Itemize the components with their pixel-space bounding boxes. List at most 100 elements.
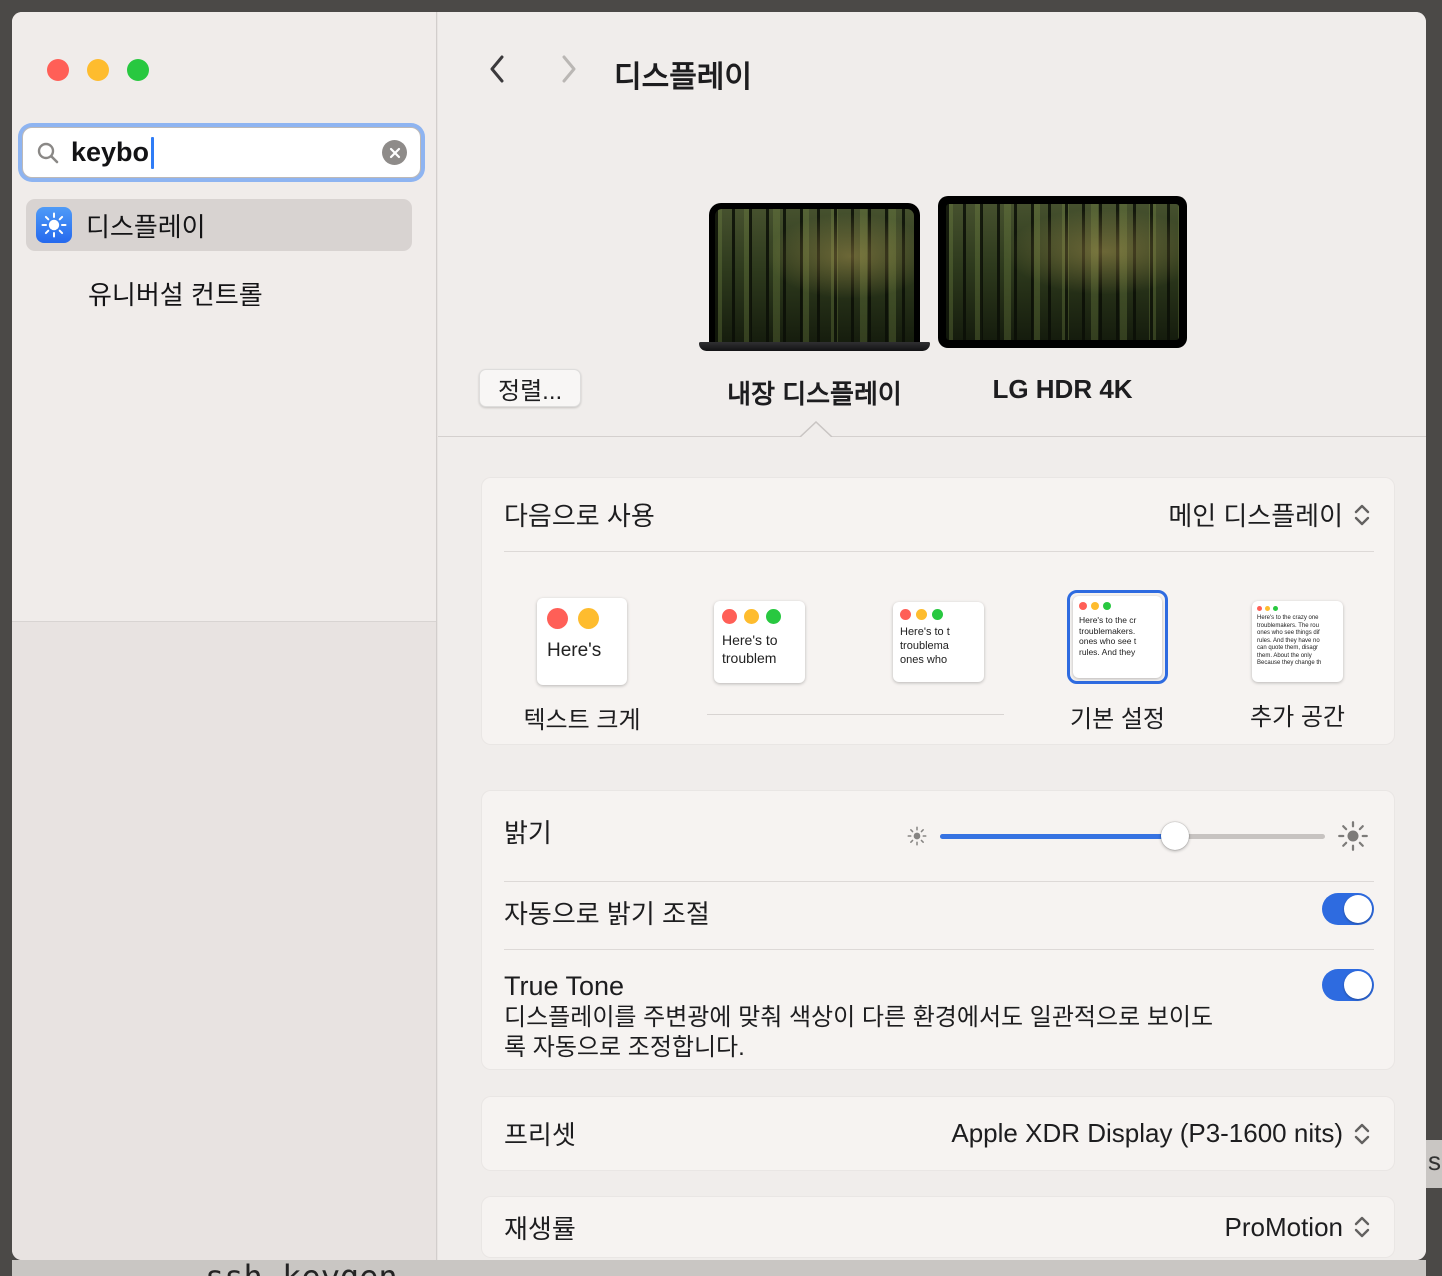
external-display-label: LG HDR 4K [938,374,1187,405]
row-divider [504,949,1374,950]
green-dot-icon [766,609,781,624]
search-result-display[interactable]: 디스플레이 [26,199,412,251]
sidebar-search-panel: keybo [12,12,436,622]
refresh-rate-dropdown[interactable]: ProMotion [1225,1212,1373,1243]
preview-text: Here's [547,639,617,663]
red-dot-icon [722,609,737,624]
window-dots [722,609,797,624]
window-controls [47,59,149,81]
red-dot-icon [900,609,911,620]
auto-brightness-label: 자동으로 밝기 조절 [504,894,710,931]
scale-option-2[interactable]: Here's to troublem [714,601,805,683]
preview-text: Here's to the crazy one troublemakers. T… [1257,615,1338,668]
preset-value: Apple XDR Display (P3-1600 nits) [951,1118,1343,1149]
preview-text: Here's to t troublema ones who [900,626,977,667]
yellow-dot-icon [1091,602,1099,610]
clear-search-button[interactable] [382,140,407,165]
true-tone-toggle[interactable] [1322,969,1374,1001]
brightness-label: 밝기 [504,813,552,850]
search-input[interactable]: keybo [22,127,421,178]
selected-ring: Here's to the cr troublemakers. ones who… [1067,590,1168,684]
green-dot-icon [1273,606,1278,611]
builtin-display-thumbnail[interactable] [699,203,930,353]
toggle-knob [1344,895,1372,923]
toggle-knob [1344,971,1372,999]
use-as-value: 메인 디스플레이 [1168,496,1343,533]
refresh-rate-value: ProMotion [1225,1212,1344,1243]
chevron-updown-icon [1352,503,1372,527]
chevron-left-icon [489,55,505,83]
row-divider [504,551,1374,552]
display-mode-panel: 다음으로 사용 메인 디스플레이 Here's [481,477,1395,745]
text-cursor [151,137,154,169]
brightness-high-icon [1338,821,1368,851]
green-dot-icon [932,609,943,620]
wallpaper-image [715,209,914,344]
red-dot-icon [547,608,568,629]
close-button[interactable] [47,59,69,81]
scale-preview-card: Here's to the crazy one troublemakers. T… [1252,601,1343,682]
chevron-right-icon [561,55,577,83]
forward-button[interactable] [555,53,583,85]
true-tone-label: True Tone [504,971,624,1002]
scale-option-label: 텍스트 크게 [523,700,640,735]
background-right-fragment: s [1426,1140,1442,1188]
window-dots [1079,602,1156,610]
background-terminal-text: ssh-keygen [205,1260,398,1276]
sidebar: keybo [12,12,437,1260]
slider-fill [940,834,1175,839]
search-result-universal-control[interactable]: 유니버설 컨트롤 [26,269,412,317]
close-icon [389,147,401,159]
scale-preview-card: Here's [537,598,627,685]
window-dots [547,608,617,629]
search-value: keybo [71,137,149,168]
page-title: 디스플레이 [614,52,752,96]
brightness-low-icon [907,826,927,846]
scale-preview-card: Here's to t troublema ones who [893,602,984,682]
slider-knob[interactable] [1161,822,1189,850]
external-display-thumbnail[interactable] [938,196,1187,348]
refresh-rate-label: 재생률 [504,1209,576,1246]
true-tone-description: 디스플레이를 주변광에 맞춰 색상이 다른 환경에서도 일관적으로 보이도록 자… [504,1003,1234,1063]
background-right-text: s [1428,1146,1441,1177]
use-as-dropdown[interactable]: 메인 디스플레이 [1168,496,1372,533]
scale-option-default[interactable]: Here's to the cr troublemakers. ones who… [1067,590,1168,734]
scale-guide-line [707,714,1004,715]
scale-option-larger-text[interactable]: Here's 텍스트 크게 [537,598,627,735]
chevron-updown-icon [1352,1215,1372,1239]
zoom-button[interactable] [127,59,149,81]
preview-text: Here's to the cr troublemakers. ones who… [1079,615,1156,658]
preview-text: Here's to troublem [722,632,797,667]
wallpaper-image [946,204,1179,340]
macbook-screen [709,203,920,344]
auto-brightness-toggle[interactable] [1322,893,1374,925]
brightness-sun-icon [41,212,67,238]
yellow-dot-icon [916,609,927,620]
selected-display-caret [799,421,833,437]
preset-dropdown[interactable]: Apple XDR Display (P3-1600 nits) [951,1118,1372,1149]
red-dot-icon [1257,606,1262,611]
preset-label: 프리셋 [504,1115,576,1152]
scale-preview-card: Here's to the cr troublemakers. ones who… [1073,596,1162,678]
yellow-dot-icon [578,608,599,629]
display-settings-pane: 디스플레이 정렬... 내장 디스플레이 LG HDR 4K 다음으로 사용 메… [438,12,1426,1260]
back-button[interactable] [483,53,511,85]
yellow-dot-icon [744,609,759,624]
red-dot-icon [1079,602,1087,610]
background-window-fragment: ssh-keygen [12,1260,1426,1276]
builtin-display-label: 내장 디스플레이 [699,374,930,411]
display-settings-icon [36,207,72,243]
window-dots [1257,606,1338,611]
preset-panel: 프리셋 Apple XDR Display (P3-1600 nits) [481,1096,1395,1171]
arrange-button[interactable]: 정렬... [479,369,581,407]
yellow-dot-icon [1265,606,1270,611]
minimize-button[interactable] [87,59,109,81]
scale-option-more-space[interactable]: Here's to the crazy one troublemakers. T… [1252,601,1343,732]
result-label: 디스플레이 [86,207,206,244]
window-dots [900,609,977,620]
scale-preview-card: Here's to troublem [714,601,805,683]
row-divider [504,881,1374,882]
brightness-slider[interactable] [940,822,1325,850]
scale-option-3[interactable]: Here's to t troublema ones who [893,602,984,682]
brightness-panel: 밝기 [481,790,1395,1070]
